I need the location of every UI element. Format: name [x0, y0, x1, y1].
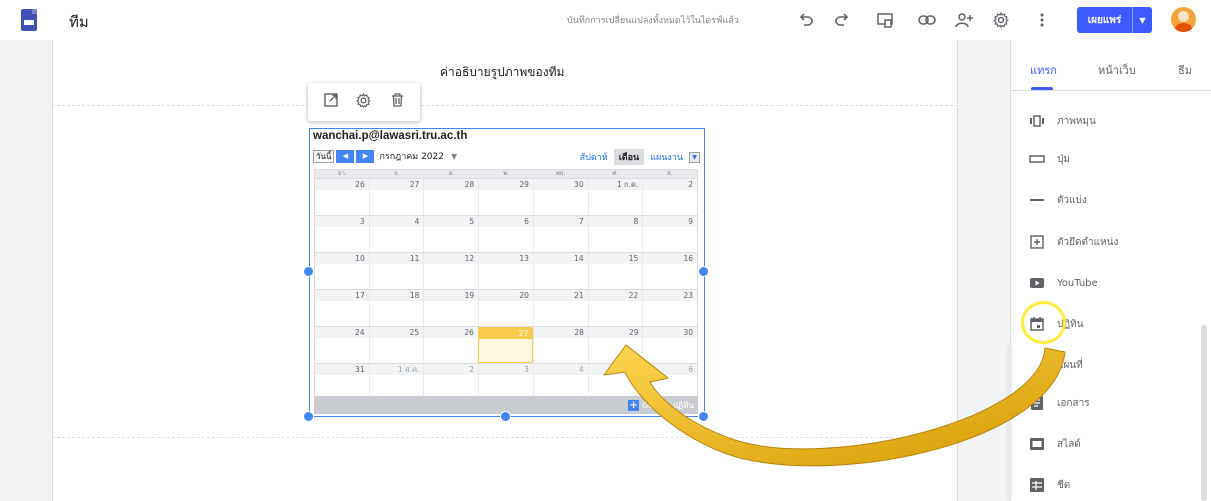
annotation-arrow-icon — [602, 344, 1066, 467]
